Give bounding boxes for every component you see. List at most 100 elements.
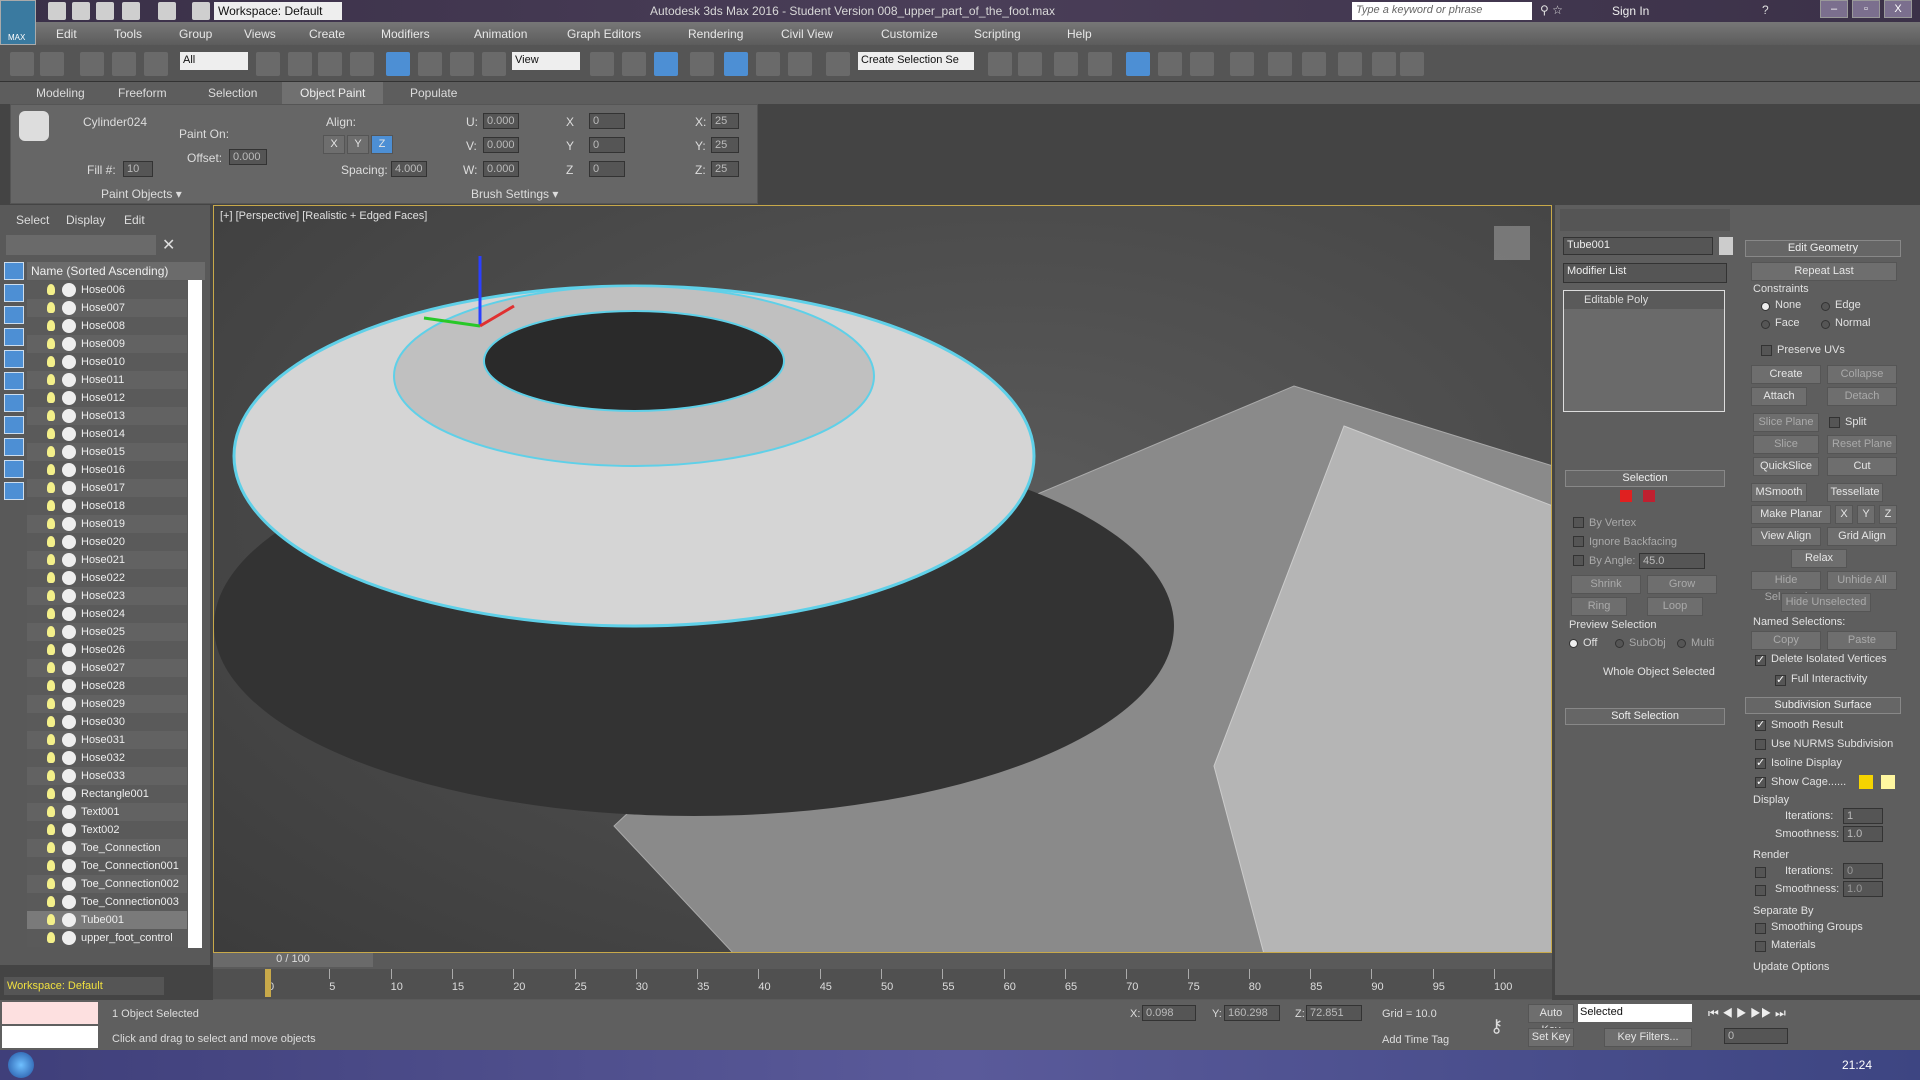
list-item[interactable]: Hose033 (27, 767, 187, 785)
list-item[interactable]: Text002 (27, 821, 187, 839)
display-shapes-icon[interactable] (4, 284, 24, 302)
render-iterations-checkbox[interactable] (1755, 867, 1766, 878)
unlink-icon[interactable] (112, 52, 136, 76)
detach-button[interactable]: Detach (1827, 387, 1897, 406)
light-bulb-icon[interactable] (47, 824, 55, 835)
preview-multi-radio[interactable] (1677, 639, 1686, 648)
sign-in-button[interactable]: Sign In (1612, 4, 1649, 18)
list-item[interactable]: Hose007 (27, 299, 187, 317)
list-item[interactable]: Hose025 (27, 623, 187, 641)
save-icon[interactable] (96, 2, 114, 20)
time-slider[interactable]: 0 / 100 (213, 953, 373, 967)
rotate-y-spinner[interactable]: 0 (589, 137, 625, 153)
display-helpers-icon[interactable] (4, 350, 24, 368)
list-item[interactable]: Hose015 (27, 443, 187, 461)
render-toggle-icon[interactable] (62, 715, 76, 729)
menu-edit[interactable]: Edit (56, 27, 77, 41)
list-item[interactable]: Tube001 (27, 911, 187, 929)
by-vertex-checkbox[interactable] (1573, 517, 1584, 528)
render-toggle-icon[interactable] (62, 877, 76, 891)
render-smoothness-checkbox[interactable] (1755, 885, 1766, 896)
render-smoothness-spinner[interactable]: 1.0 (1843, 881, 1883, 897)
render-toggle-icon[interactable] (62, 841, 76, 855)
snaps-toggle-icon[interactable] (690, 52, 714, 76)
render-toggle-icon[interactable] (62, 463, 76, 477)
w-spinner[interactable]: 0.000 (483, 161, 519, 177)
toggle-ribbon-icon[interactable] (1126, 52, 1150, 76)
paint-objects-group[interactable]: Paint Objects ▾ (101, 187, 182, 201)
menu-rendering[interactable]: Rendering (688, 27, 743, 41)
light-bulb-icon[interactable] (47, 698, 55, 709)
stack-item-editable-poly[interactable]: Editable Poly (1564, 291, 1724, 309)
render-iterations-spinner[interactable]: 0 (1843, 863, 1883, 879)
playback-controls[interactable]: ⏮ ◀ ▶ ▶▶ ⏭ (1708, 1006, 1786, 1021)
light-bulb-icon[interactable] (47, 356, 55, 367)
render-toggle-icon[interactable] (62, 805, 76, 819)
render-toggle-icon[interactable] (62, 409, 76, 423)
list-item[interactable]: Hose008 (27, 317, 187, 335)
render-production-icon[interactable] (1338, 52, 1362, 76)
split-checkbox[interactable] (1829, 417, 1840, 428)
explorer-menu-display[interactable]: Display (66, 213, 105, 227)
light-bulb-icon[interactable] (47, 428, 55, 439)
schematic-view-icon[interactable] (1190, 52, 1214, 76)
link-icon[interactable] (80, 52, 104, 76)
list-item[interactable]: Hose018 (27, 497, 187, 515)
modifier-list-dropdown[interactable]: Modifier List (1563, 263, 1727, 283)
explorer-workspace-dropdown[interactable]: Workspace: Default (4, 977, 164, 995)
smoothing-groups-checkbox[interactable] (1755, 923, 1766, 934)
list-item[interactable]: Toe_Connection003 (27, 893, 187, 911)
angle-spinner[interactable]: 45.0 (1639, 553, 1705, 569)
x-coord-field[interactable]: 0.098 (1142, 1005, 1196, 1021)
tab-freeform[interactable]: Freeform (118, 86, 167, 100)
reset-plane-button[interactable]: Reset Plane (1827, 435, 1897, 454)
render-in-cloud-icon[interactable] (1400, 52, 1424, 76)
list-item[interactable]: Rectangle001 (27, 785, 187, 803)
light-bulb-icon[interactable] (47, 410, 55, 421)
list-item[interactable]: Hose010 (27, 353, 187, 371)
use-nurms-checkbox[interactable] (1755, 739, 1766, 750)
render-toggle-icon[interactable] (62, 355, 76, 369)
light-bulb-icon[interactable] (47, 680, 55, 691)
explorer-search-input[interactable] (6, 235, 156, 255)
list-item[interactable]: Hose028 (27, 677, 187, 695)
select-manipulate-icon[interactable] (622, 52, 646, 76)
render-toggle-icon[interactable] (62, 895, 76, 909)
rotate-z-spinner[interactable]: 0 (589, 161, 625, 177)
msmooth-button[interactable]: MSmooth (1751, 483, 1807, 502)
preview-subobj-radio[interactable] (1615, 639, 1624, 648)
scale-y-spinner[interactable]: 25 (711, 137, 739, 153)
maximize-button[interactable]: ▫ (1852, 0, 1880, 18)
help-icon[interactable]: ? (1762, 3, 1769, 17)
light-bulb-icon[interactable] (47, 716, 55, 727)
light-bulb-icon[interactable] (47, 518, 55, 529)
light-bulb-icon[interactable] (47, 878, 55, 889)
list-item[interactable]: Hose009 (27, 335, 187, 353)
menu-customize[interactable]: Customize (881, 27, 938, 41)
constraint-none-radio[interactable] (1761, 302, 1770, 311)
binoculars-icon[interactable]: ⚲ ☆ (1540, 3, 1563, 17)
project-folder-icon[interactable] (192, 2, 210, 20)
light-bulb-icon[interactable] (47, 608, 55, 619)
planar-x-button[interactable]: X (1835, 505, 1853, 524)
render-toggle-icon[interactable] (62, 787, 76, 801)
light-bulb-icon[interactable] (47, 734, 55, 745)
render-toggle-icon[interactable] (62, 283, 76, 297)
curve-editor-icon[interactable] (1158, 52, 1182, 76)
attach-button[interactable]: Attach (1751, 387, 1807, 406)
polygon-subobject-icon[interactable] (1643, 490, 1655, 502)
explorer-menu-select[interactable]: Select (16, 213, 49, 227)
menu-civil-view[interactable]: Civil View (781, 27, 833, 41)
full-interactivity-checkbox[interactable] (1775, 673, 1786, 686)
light-bulb-icon[interactable] (47, 770, 55, 781)
list-item[interactable]: Hose011 (27, 371, 187, 389)
perspective-viewport[interactable]: [+] [Perspective] [Realistic + Edged Fac… (213, 205, 1552, 953)
light-bulb-icon[interactable] (47, 662, 55, 673)
list-item[interactable]: Hose020 (27, 533, 187, 551)
menu-help[interactable]: Help (1067, 27, 1092, 41)
clear-search-icon[interactable]: ✕ (162, 235, 175, 255)
list-item[interactable]: Hose024 (27, 605, 187, 623)
undo-icon[interactable] (10, 52, 34, 76)
key-mode-dropdown[interactable]: Selected (1578, 1004, 1692, 1022)
explorer-scrollbar[interactable] (188, 268, 202, 948)
